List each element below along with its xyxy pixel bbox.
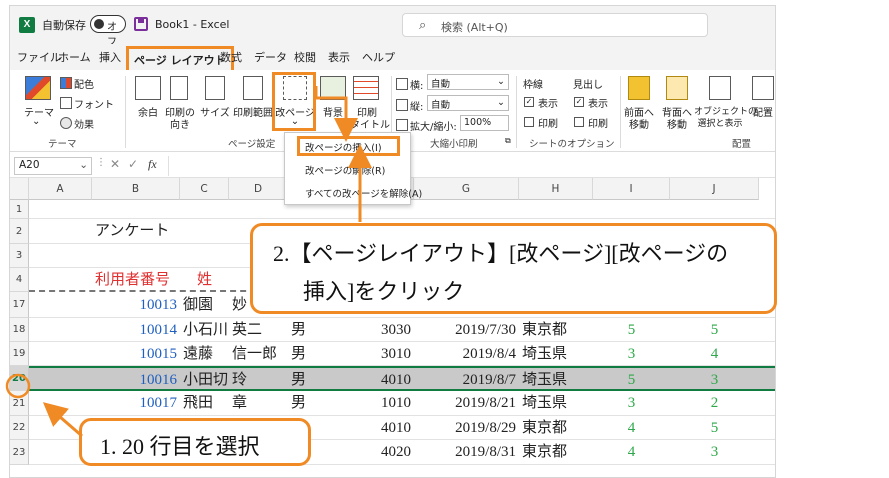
- arrow-to-breaks-menu-icon: [314, 86, 358, 142]
- row20-highlight-circle-icon: [5, 373, 31, 399]
- callout-arrows: [5, 86, 372, 438]
- arrow-to-row20-icon: [42, 402, 83, 438]
